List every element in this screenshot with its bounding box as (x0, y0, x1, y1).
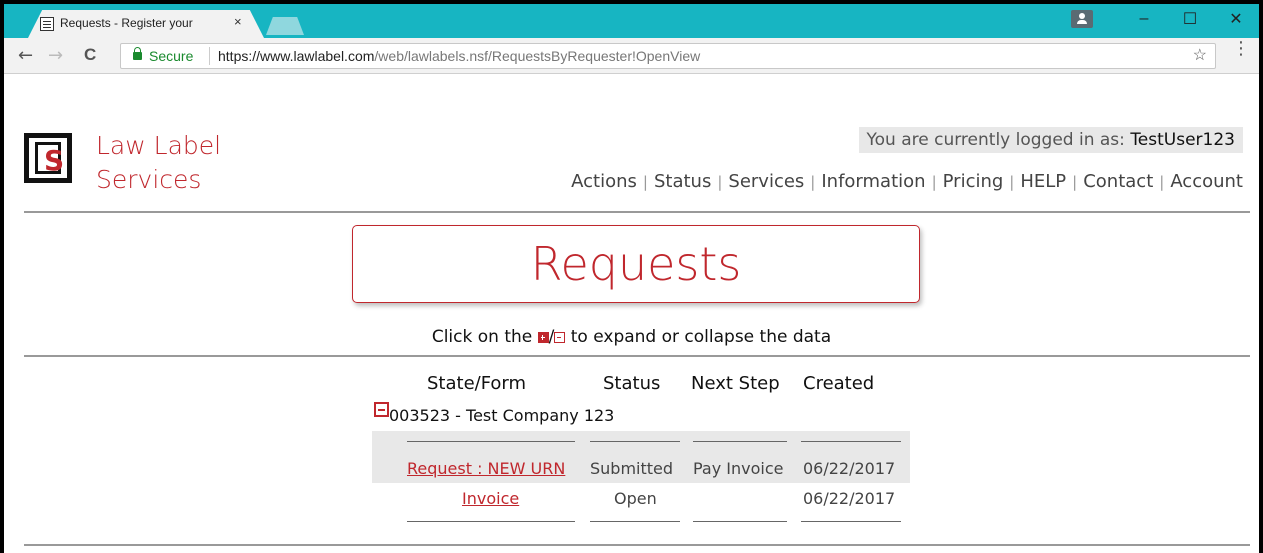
collapse-icon (554, 332, 566, 343)
section-divider (24, 355, 1250, 357)
table-row-created: 06/22/2017 (803, 489, 896, 508)
column-header-status: Status (603, 373, 661, 394)
nav-actions[interactable]: Actions (571, 171, 637, 192)
nav-account[interactable]: Account (1170, 171, 1243, 192)
site-logo[interactable]: S (24, 133, 72, 183)
back-arrow-icon[interactable]: ← (18, 45, 33, 66)
row-rule (801, 521, 901, 522)
nav-separator: | (1072, 173, 1078, 191)
table-row-created: 06/22/2017 (803, 459, 896, 478)
user-profile-icon[interactable] (1071, 10, 1093, 28)
brand-name[interactable]: Law Label Services (96, 129, 221, 197)
address-bar[interactable]: Secure https://www.lawlabel.com/web/lawl… (120, 43, 1216, 69)
browser-menu-icon[interactable]: ⋮ (1232, 40, 1250, 58)
table-row-form-link[interactable]: Invoice (462, 489, 519, 508)
tab-title: Requests - Register your (60, 16, 193, 30)
nav-status[interactable]: Status (654, 171, 711, 192)
brand-line-2: Services (96, 165, 202, 194)
minimize-button[interactable]: – (1121, 10, 1167, 28)
close-window-button[interactable]: ✕ (1213, 9, 1259, 29)
nav-separator: | (931, 173, 937, 191)
maximize-button[interactable]: ☐ (1167, 9, 1213, 29)
group-label: 003523 - Test Company 123 (389, 406, 615, 425)
nav-separator: | (717, 173, 723, 191)
secure-label: Secure (149, 48, 194, 64)
column-header-next-step: Next Step (691, 373, 780, 394)
table-row-status: Open (614, 489, 657, 508)
row-rule (590, 441, 680, 442)
nav-information[interactable]: Information (821, 171, 925, 192)
column-header-state-form: State/Form (427, 373, 527, 394)
page-title: Requests (530, 237, 742, 291)
forward-arrow-icon[interactable]: → (48, 45, 63, 66)
hint-before: Click on the (431, 327, 538, 347)
collapse-group-icon[interactable] (374, 402, 389, 417)
nav-pricing[interactable]: Pricing (943, 171, 1004, 192)
nav-separator: | (642, 173, 648, 191)
row-rule (407, 441, 575, 442)
url-text[interactable]: https://www.lawlabel.com/web/lawlabels.n… (218, 48, 700, 64)
reload-icon[interactable]: C (84, 45, 96, 65)
expand-icon (537, 332, 549, 343)
web-page: S Law Label Services You are currently l… (4, 75, 1259, 553)
page-title-box: Requests (352, 225, 920, 303)
browser-window: Requests - Register your × – ☐ ✕ ← → C S… (0, 0, 1263, 553)
login-status: You are currently logged in as: TestUser… (858, 127, 1243, 153)
row-rule (693, 521, 787, 522)
lock-icon (133, 47, 142, 60)
table-row-form-link[interactable]: Request : NEW URN (407, 459, 565, 478)
row-rule (590, 521, 680, 522)
main-navigation: Actions | Status | Services | Information | Pric… (571, 171, 1243, 192)
hint-after: to expand or collapse the data (565, 327, 832, 347)
title-bar: Requests - Register your × – ☐ ✕ (4, 4, 1259, 38)
column-header-created: Created (803, 373, 875, 394)
url-host: https://www.lawlabel.com (218, 48, 375, 64)
nav-separator: | (1159, 173, 1165, 191)
footer-divider (24, 544, 1250, 546)
nav-contact[interactable]: Contact (1083, 171, 1153, 192)
url-path: /web/lawlabels.nsf/RequestsByRequester!O… (374, 48, 701, 64)
nav-separator: | (1009, 173, 1015, 191)
bookmark-star-icon[interactable]: ☆ (1193, 45, 1207, 65)
nav-services[interactable]: Services (728, 171, 804, 192)
brand-line-1: Law Label (96, 131, 222, 160)
logo-letter: S (44, 144, 65, 177)
new-tab-button[interactable] (266, 17, 304, 35)
window-controls: – ☐ ✕ (1071, 4, 1259, 34)
header-divider (24, 211, 1250, 213)
table-row-status: Submitted (590, 459, 674, 478)
nav-help[interactable]: HELP (1020, 171, 1066, 192)
tab-close-icon[interactable]: × (234, 14, 242, 29)
table-row-next-step: Pay Invoice (693, 459, 784, 478)
expand-hint: Click on the / to expand or collapse the… (4, 327, 1259, 347)
browser-tab[interactable]: Requests - Register your × (28, 10, 264, 38)
omnibox-divider (209, 47, 210, 65)
page-icon (40, 17, 54, 31)
logo-inner: S (35, 142, 65, 177)
row-rule (693, 441, 787, 442)
login-user: TestUser123 (1130, 130, 1235, 150)
browser-toolbar: ← → C Secure https://www.lawlabel.com/we… (4, 38, 1259, 74)
nav-separator: | (810, 173, 816, 191)
row-rule (801, 441, 901, 442)
login-prefix: You are currently logged in as: (866, 130, 1131, 150)
row-rule (407, 521, 575, 522)
